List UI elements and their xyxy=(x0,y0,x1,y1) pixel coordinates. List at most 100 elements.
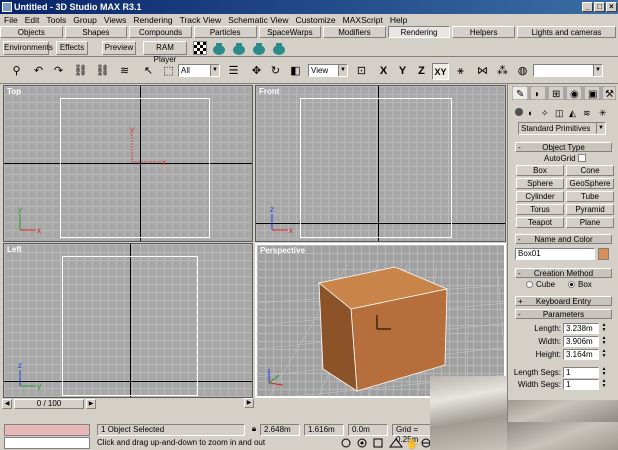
length-spinner-icon[interactable]: ▲ ▼ xyxy=(601,323,607,333)
close-button[interactable]: × xyxy=(606,2,617,12)
viewport-front[interactable]: Front z x xyxy=(255,85,506,242)
coord-x-field[interactable]: 2.648m xyxy=(260,424,300,436)
viewport-top[interactable]: Top y x y x xyxy=(3,85,253,242)
rollout-name-and-color[interactable]: - Name and Color xyxy=(515,234,612,244)
menu-schematic-view[interactable]: Schematic View xyxy=(228,15,288,25)
tab-compounds[interactable]: Compounds xyxy=(129,26,192,38)
material-editor-icon[interactable]: ◍ xyxy=(514,63,531,80)
restrict-x-button[interactable]: X xyxy=(375,63,392,80)
rendering-tab-toolbar: Environments Effects Preview RAM Player xyxy=(0,39,618,64)
tab-modifiers[interactable]: Modifiers xyxy=(323,26,386,38)
creation-box-radio[interactable] xyxy=(568,281,575,288)
tab-rendering[interactable]: Rendering xyxy=(387,26,451,38)
tube-button[interactable]: Tube xyxy=(566,191,614,202)
pyramid-button[interactable]: Pyramid xyxy=(566,204,614,215)
frame-counter[interactable]: 0 / 100 xyxy=(14,399,84,409)
autogrid-checkbox[interactable] xyxy=(578,154,586,162)
scale-icon[interactable]: ◧ xyxy=(287,63,304,80)
menu-track-view[interactable]: Track View xyxy=(180,15,222,25)
minimize-button[interactable]: _ xyxy=(582,2,593,12)
menu-file[interactable]: File xyxy=(4,15,18,25)
menu-group[interactable]: Group xyxy=(73,15,97,25)
sphere-button[interactable]: Sphere xyxy=(516,178,564,189)
move-icon[interactable]: ✥ xyxy=(248,63,265,80)
select-region-icon[interactable]: ⬚ xyxy=(160,63,177,80)
teapot-button[interactable]: Teapot xyxy=(516,217,564,228)
torus-button[interactable]: Torus xyxy=(516,204,564,215)
menu-views[interactable]: Views xyxy=(104,15,127,25)
rollout-creation-method[interactable]: - Creation Method xyxy=(515,268,612,278)
mirror-icon[interactable]: ⋈ xyxy=(474,63,491,80)
box-button[interactable]: Box xyxy=(516,165,564,176)
rotate-icon[interactable]: ↻ xyxy=(267,63,284,80)
lock-selection-icon[interactable]: 🔒︎ xyxy=(249,424,259,436)
restrict-y-button[interactable]: Y xyxy=(394,63,411,80)
array-icon[interactable]: ⁂ xyxy=(494,63,511,80)
length-field[interactable]: 3.238m xyxy=(563,323,599,334)
primitive-category-dropdown[interactable]: Standard Primitives ▼ xyxy=(518,122,606,135)
reference-coord-dropdown[interactable]: View ▼ xyxy=(308,64,348,77)
tab-particles[interactable]: Particles xyxy=(193,26,257,38)
checker-icon[interactable] xyxy=(193,41,207,55)
menu-maxscript[interactable]: MAXScript xyxy=(343,15,383,25)
select-by-name-icon[interactable]: ☰ xyxy=(225,63,242,80)
plane-button[interactable]: Plane xyxy=(566,217,614,228)
menu-customize[interactable]: Customize xyxy=(296,15,336,25)
bind-spacewarp-icon[interactable]: ≋ xyxy=(116,63,133,80)
menu-tools[interactable]: Tools xyxy=(46,15,66,25)
timeline-end-icon[interactable]: ▶ xyxy=(244,398,254,408)
tab-objects[interactable]: Objects xyxy=(0,26,63,38)
svg-text:x: x xyxy=(162,158,166,167)
length-segs-field[interactable]: 1 xyxy=(563,367,599,378)
restrict-xy-button[interactable]: XY xyxy=(432,63,449,80)
cone-button[interactable]: Cone xyxy=(566,165,614,176)
menu-help[interactable]: Help xyxy=(390,15,407,25)
prev-frame-icon[interactable]: ◀ xyxy=(2,399,12,409)
maximize-button[interactable]: □ xyxy=(594,2,605,12)
tab-shapes[interactable]: Shapes xyxy=(64,26,128,38)
coord-z-field[interactable]: 0.0m xyxy=(348,424,388,436)
geosphere-button[interactable]: GeoSphere xyxy=(566,178,614,189)
ram-player-button[interactable]: RAM Player xyxy=(143,41,187,64)
maxscript-listener-box[interactable] xyxy=(4,424,90,436)
time-slider[interactable]: ◀ 0 / 100 ▶ xyxy=(0,398,253,410)
height-spinner-icon[interactable]: ▲ ▼ xyxy=(601,349,607,359)
tab-lights-and-cameras[interactable]: Lights and cameras xyxy=(517,26,616,38)
pivot-center-icon[interactable]: ⊡ xyxy=(353,63,370,80)
width-segs-field[interactable]: 1 xyxy=(563,379,599,390)
width-segs-spinner-icon[interactable]: ▲ ▼ xyxy=(601,379,607,389)
coord-y-field[interactable]: 1.616m xyxy=(304,424,344,436)
unlink-icon[interactable]: ⛓ xyxy=(94,63,111,80)
tab-spacewarps[interactable]: SpaceWarps xyxy=(258,26,322,38)
link-icon[interactable]: ⛓ xyxy=(72,63,89,80)
preview-button[interactable]: Preview xyxy=(102,41,136,55)
next-frame-icon[interactable]: ▶ xyxy=(86,399,96,409)
object-name-field[interactable]: Box01 xyxy=(515,248,595,260)
selection-filter-dropdown[interactable]: All ▼ xyxy=(178,64,220,77)
select-icon[interactable]: ↖ xyxy=(140,63,157,80)
named-selection-dropdown[interactable]: ▼ xyxy=(533,64,603,77)
undo-icon[interactable]: ↶ xyxy=(30,63,47,80)
maxscript-input-box[interactable] xyxy=(4,437,90,449)
viewport-perspective[interactable]: Perspective xyxy=(255,243,506,398)
height-field[interactable]: 3.164m xyxy=(563,349,599,360)
width-spinner-icon[interactable]: ▲ ▼ xyxy=(601,336,607,346)
rollout-object-type[interactable]: - Object Type xyxy=(515,142,612,152)
tab-helpers[interactable]: Helpers xyxy=(452,26,515,38)
width-field[interactable]: 3.906m xyxy=(563,336,599,347)
viewport-left[interactable]: Left z y xyxy=(3,243,253,398)
rollout-parameters[interactable]: - Parameters xyxy=(515,309,612,319)
cylinder-button[interactable]: Cylinder xyxy=(516,191,564,202)
creation-cube-radio[interactable] xyxy=(526,281,533,288)
menu-rendering[interactable]: Rendering xyxy=(133,15,172,25)
inverse-kinematics-icon[interactable]: ⚹ xyxy=(452,63,469,80)
object-color-swatch[interactable] xyxy=(598,248,609,260)
menu-edit[interactable]: Edit xyxy=(25,15,40,25)
effects-button[interactable]: Effects xyxy=(56,41,88,55)
restrict-z-button[interactable]: Z xyxy=(413,63,430,80)
redo-icon[interactable]: ↷ xyxy=(50,63,67,80)
rollout-keyboard-entry[interactable]: + Keyboard Entry xyxy=(515,296,612,306)
select-link-icon[interactable]: ⚲ xyxy=(8,63,25,80)
length-segs-spinner-icon[interactable]: ▲ ▼ xyxy=(601,367,607,377)
environments-button[interactable]: Environments xyxy=(3,41,53,55)
